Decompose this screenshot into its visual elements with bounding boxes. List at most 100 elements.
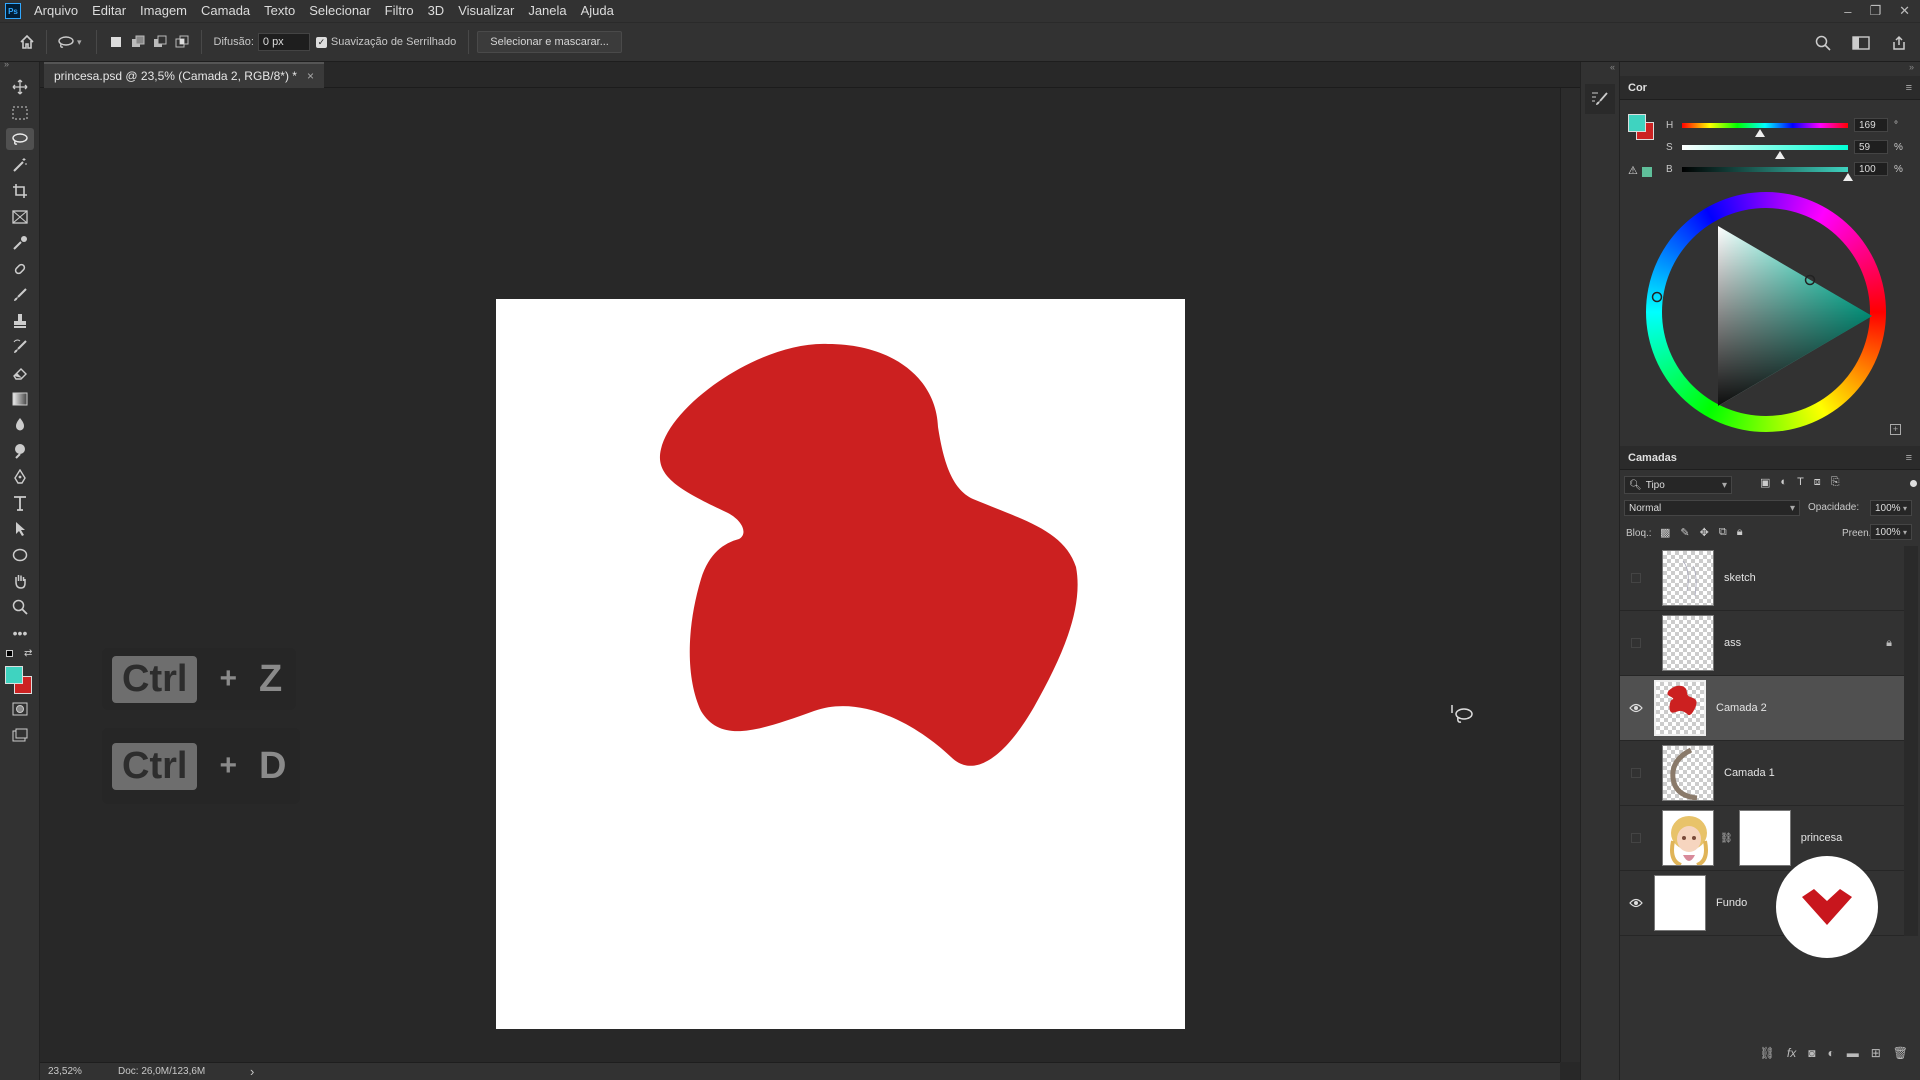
ellipse-tool[interactable] (0, 542, 40, 568)
crop-tool[interactable] (0, 178, 40, 204)
adjustment-filter-icon[interactable]: ◐ (1780, 476, 1787, 489)
document-tab[interactable]: princesa.psd @ 23,5% (Camada 2, RGB/8*) … (44, 62, 324, 88)
document-size[interactable]: Doc: 26,0M/123,6M (118, 1066, 250, 1077)
intersect-selection-icon[interactable] (171, 31, 193, 53)
layer-row-princesa[interactable]: ⛓︎ princesa (1620, 806, 1904, 871)
visibility-eye-icon[interactable] (1624, 891, 1648, 915)
menu-imagem[interactable]: Imagem (133, 0, 194, 22)
layers-panel-title[interactable]: Camadas (1628, 452, 1677, 464)
brightness-slider-thumb[interactable] (1843, 172, 1853, 181)
collapse-strip-icon[interactable]: « (1581, 62, 1619, 76)
layer-lock-icon[interactable]: 🔒︎ (1886, 637, 1892, 650)
select-and-mask-button[interactable]: Selecionar e mascarar... (477, 31, 622, 53)
quick-mask-icon[interactable] (0, 696, 40, 722)
delete-layer-icon[interactable]: 🗑︎ (1893, 1046, 1908, 1060)
brush-settings-icon[interactable] (1585, 84, 1615, 114)
visibility-toggle-off[interactable] (1631, 638, 1641, 648)
blend-mode-select[interactable]: Normal ▾ (1624, 500, 1800, 516)
shape-filter-icon[interactable]: ⧈ (1814, 476, 1821, 489)
hand-tool[interactable] (0, 568, 40, 594)
zoom-level[interactable]: 23,52% (48, 1066, 118, 1077)
red-blob-shape[interactable] (496, 299, 1185, 1029)
eraser-tool[interactable] (0, 360, 40, 386)
link-layers-icon[interactable]: ⛓︎ (1760, 1046, 1775, 1060)
add-selection-icon[interactable] (127, 31, 149, 53)
new-group-icon[interactable]: ▬ (1847, 1046, 1859, 1060)
brush-tool[interactable] (0, 282, 40, 308)
feather-input[interactable] (257, 33, 310, 51)
healing-brush-tool[interactable] (0, 256, 40, 282)
opacity-input[interactable]: 100% ▾ (1870, 500, 1912, 516)
lock-position-icon[interactable]: ✥ (1700, 526, 1709, 539)
pen-tool[interactable] (0, 464, 40, 490)
layer-row-ass[interactable]: ass 🔒︎ (1620, 611, 1904, 676)
brightness-slider[interactable] (1682, 166, 1853, 181)
dodge-tool[interactable] (0, 438, 40, 464)
antialias-checkbox[interactable]: ✓ (315, 36, 327, 48)
new-layer-icon[interactable]: ⊞ (1871, 1046, 1881, 1060)
mask-link-icon[interactable]: ⛓︎ (1720, 833, 1733, 844)
zoom-tool[interactable] (0, 594, 40, 620)
document-canvas[interactable] (496, 299, 1185, 1029)
search-icon[interactable] (1812, 32, 1834, 54)
color-wheel[interactable] (1646, 192, 1886, 432)
close-tab-icon[interactable]: × (307, 69, 314, 83)
home-icon[interactable] (16, 31, 38, 53)
lock-artboard-icon[interactable]: ⧉ (1719, 526, 1727, 539)
visibility-toggle-off[interactable] (1631, 573, 1641, 583)
blur-tool[interactable] (0, 412, 40, 438)
more-tools-icon[interactable]: ••• (0, 620, 40, 646)
lock-all-icon[interactable]: 🔒︎ (1737, 526, 1743, 539)
fx-icon[interactable]: fx (1787, 1046, 1796, 1060)
lock-transparency-icon[interactable]: ▩ (1660, 526, 1670, 539)
history-brush-tool[interactable] (0, 334, 40, 360)
pixel-filter-icon[interactable]: ▣ (1760, 476, 1770, 489)
menu-selecionar[interactable]: Selecionar (302, 0, 377, 22)
layer-mask-thumbnail[interactable] (1738, 810, 1791, 866)
hue-slider-thumb[interactable] (1755, 128, 1766, 137)
layer-name[interactable]: ass (1724, 637, 1741, 649)
frame-tool[interactable] (0, 204, 40, 230)
eyedropper-tool[interactable] (0, 230, 40, 256)
menu-visualizar[interactable]: Visualizar (451, 0, 521, 22)
magic-wand-tool[interactable] (0, 152, 40, 178)
layers-panel-menu-icon[interactable]: ≡ (1906, 452, 1912, 464)
smart-object-filter-icon[interactable]: ⎘ (1831, 476, 1840, 489)
move-tool[interactable] (0, 74, 40, 100)
menu-arquivo[interactable]: Arquivo (27, 0, 85, 22)
fill-input[interactable]: 100% ▾ (1870, 524, 1912, 540)
clone-stamp-tool[interactable] (0, 308, 40, 334)
layer-row-camada-1[interactable]: Camada 1 (1620, 741, 1904, 806)
layer-name[interactable]: Fundo (1716, 897, 1747, 909)
layer-name[interactable]: princesa (1801, 832, 1843, 844)
default-colors-icon[interactable] (6, 650, 13, 657)
expand-wheel-icon[interactable]: + (1890, 424, 1901, 435)
visibility-toggle-off[interactable] (1631, 768, 1641, 778)
gamut-warning-icon[interactable]: ⚠ (1628, 164, 1638, 177)
layer-filter-select[interactable]: 🔍︎ Tipo ▾ (1624, 476, 1732, 494)
marquee-tool[interactable] (0, 100, 40, 126)
hue-slider[interactable] (1682, 122, 1848, 137)
layer-name[interactable]: Camada 1 (1724, 767, 1775, 779)
gradient-tool[interactable] (0, 386, 40, 412)
hue-value-input[interactable] (1854, 118, 1888, 132)
path-selection-tool[interactable] (0, 516, 40, 542)
brightness-value-input[interactable] (1854, 162, 1888, 176)
color-panel-title[interactable]: Cor (1628, 82, 1647, 94)
saturation-value-input[interactable] (1854, 140, 1888, 154)
layer-row-camada-2[interactable]: Camada 2 (1620, 676, 1904, 741)
color-panel-menu-icon[interactable]: ≡ (1906, 82, 1912, 94)
saturation-slider-thumb[interactable] (1774, 150, 1785, 159)
preset-chevron-icon[interactable]: ▾ (77, 37, 82, 48)
filter-toggle-icon[interactable] (1910, 480, 1917, 487)
menu-editar[interactable]: Editar (85, 0, 133, 22)
layer-name[interactable]: sketch (1724, 572, 1756, 584)
color-triangle[interactable] (1646, 192, 1886, 432)
adjustment-layer-icon[interactable]: ◐ (1827, 1046, 1834, 1060)
layers-scrollbar[interactable] (1904, 546, 1918, 936)
type-tool[interactable] (0, 490, 40, 516)
menu-camada[interactable]: Camada (194, 0, 257, 22)
layer-row-sketch[interactable]: sketch (1620, 546, 1904, 611)
menu-3d[interactable]: 3D (421, 0, 452, 22)
visibility-toggle-off[interactable] (1631, 833, 1641, 843)
